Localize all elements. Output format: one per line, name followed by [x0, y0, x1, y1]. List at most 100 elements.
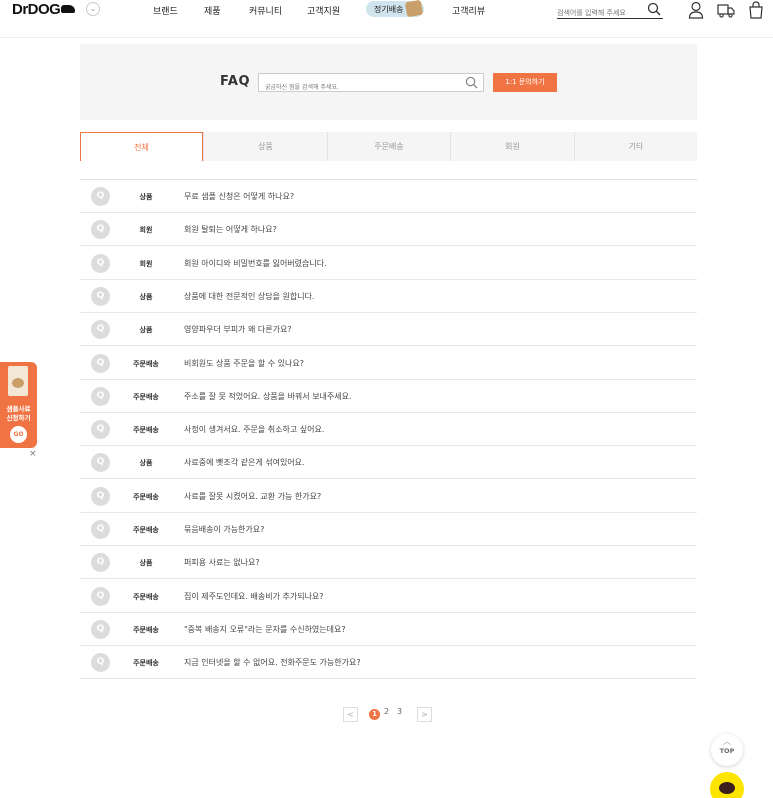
scroll-top-label: TOP: [719, 747, 735, 755]
faq-category: 주문배송: [133, 526, 159, 534]
faq-row[interactable]: Q 상품 사료중에 뼛조각 같은게 섞여있어요.: [80, 446, 697, 480]
faq-category: 상품: [139, 193, 153, 201]
question-badge-icon: Q: [91, 653, 110, 673]
search-icon[interactable]: [647, 2, 661, 16]
page-title: FAQ: [220, 74, 251, 89]
scroll-top-button[interactable]: ︿ TOP: [711, 734, 743, 766]
page-3-button[interactable]: 3: [397, 707, 402, 716]
question-badge-icon: Q: [91, 253, 110, 273]
faq-row[interactable]: Q 상품 상품에 대한 전문적인 상담을 원합니다.: [80, 280, 697, 313]
question-badge-icon: Q: [91, 453, 110, 473]
delivery-truck-icon[interactable]: [717, 1, 735, 19]
faq-question[interactable]: 사료중에 뼛조각 같은게 섞여있어요.: [184, 457, 305, 468]
faq-row[interactable]: Q 주문배송 지금 인터넷을 할 수 없어요. 전화주문도 가능한가요?: [80, 646, 697, 680]
header-search-input[interactable]: [557, 5, 645, 21]
question-badge-icon: Q: [91, 286, 110, 306]
next-page-button[interactable]: >: [417, 707, 432, 722]
brand-logo[interactable]: DrDOG: [12, 1, 76, 18]
faq-category: 주문배송: [133, 659, 159, 668]
faq-row[interactable]: Q 주문배송 주소를 잘 못 적었어요. 상품을 바꿔서 보내주세요.: [80, 380, 697, 413]
faq-search-panel: FAQ 1:1 문의하기: [80, 44, 697, 120]
faq-search: [258, 73, 484, 96]
faq-row[interactable]: Q 주문배송 사료를 잘못 시켰어요. 교환 가능 한가요?: [80, 480, 697, 513]
question-badge-icon: Q: [91, 420, 110, 440]
nav-item-community[interactable]: 커뮤니티: [249, 4, 282, 17]
faq-row[interactable]: Q 주문배송 비회원도 상품 주문을 할 수 있나요?: [80, 347, 697, 380]
faq-question[interactable]: 지금 인터넷을 할 수 없어요. 전화주문도 가능한가요?: [184, 657, 361, 668]
faq-category: 상품: [139, 326, 153, 335]
faq-row[interactable]: Q 회원 회원 아이디와 비밀번호를 잃어버렸습니다.: [80, 247, 697, 280]
banner-close-icon[interactable]: ×: [29, 449, 37, 459]
question-badge-icon: Q: [91, 187, 110, 206]
faq-row[interactable]: Q 주문배송 집이 제주도인데요. 배송비가 추가되나요?: [80, 580, 697, 613]
tab-order-delivery[interactable]: 주문배송: [327, 132, 450, 161]
faq-question[interactable]: "중복 배송지 오류"라는 문자를 수신하였는데요?: [184, 624, 346, 635]
faq-category: 회원: [139, 259, 153, 268]
inquiry-button[interactable]: 1:1 문의하기: [493, 73, 557, 92]
faq-question[interactable]: 영양파우더 부피가 왜 다른가요?: [184, 324, 292, 335]
faq-category: 상품: [139, 559, 153, 568]
faq-category: 주문배송: [133, 426, 159, 435]
faq-row[interactable]: Q 회원 회원 탈퇴는 어떻게 하나요?: [80, 213, 697, 247]
faq-search-input[interactable]: [259, 79, 459, 96]
shopping-bag-icon[interactable]: [748, 1, 764, 19]
question-badge-icon: Q: [91, 386, 110, 406]
faq-question[interactable]: 주소를 잘 못 적었어요. 상품을 바꿔서 보내주세요.: [184, 391, 352, 402]
chat-button[interactable]: [710, 772, 744, 798]
page-1-button[interactable]: 1: [369, 709, 380, 720]
faq-category: 주문배송: [133, 392, 159, 401]
question-badge-icon: Q: [91, 320, 110, 340]
faq-question[interactable]: 무료 샘플 신청은 어떻게 하나요?: [184, 191, 294, 202]
faq-question[interactable]: 회원 아이디와 비밀번호를 잃어버렸습니다.: [184, 258, 327, 269]
question-badge-icon: Q: [91, 220, 110, 240]
faq-question[interactable]: 회원 탈퇴는 어떻게 하나요?: [184, 224, 277, 235]
category-tabs: 전체 상품 주문배송 회원 기타: [80, 132, 697, 161]
tab-etc[interactable]: 기타: [574, 132, 697, 161]
faq-category: 주문배송: [133, 625, 159, 634]
faq-question[interactable]: 비회원도 상품 주문을 할 수 있나요?: [184, 358, 304, 369]
faq-row[interactable]: Q 상품 영양파우더 부피가 왜 다른가요?: [80, 313, 697, 347]
user-icon[interactable]: [688, 1, 704, 19]
question-badge-icon: Q: [91, 586, 110, 606]
banner-go-button[interactable]: GO: [10, 426, 27, 443]
faq-question[interactable]: 사정이 생겨서요. 주문을 취소하고 싶어요.: [184, 424, 324, 435]
site-header: DrDOG ⌄ 브랜드 제품 커뮤니티 고객지원 정기배송 고객리뷰: [0, 0, 773, 38]
faq-question[interactable]: 집이 제주도인데요. 배송비가 추가되나요?: [184, 591, 324, 602]
nav-item-subscription-label: 정기배송: [374, 5, 404, 14]
faq-row[interactable]: Q 상품 퍼피용 사료는 없나요?: [80, 546, 697, 580]
faq-question[interactable]: 묶음배송이 가능한가요?: [184, 524, 264, 535]
nav-item-subscription[interactable]: 정기배송: [366, 0, 424, 18]
page-2-button[interactable]: 2: [384, 707, 389, 716]
question-badge-icon: Q: [91, 553, 110, 573]
chat-bubble-icon: [719, 782, 735, 794]
faq-category: 주문배송: [133, 359, 159, 368]
question-badge-icon: Q: [91, 486, 110, 506]
faq-row[interactable]: Q 상품 무료 샘플 신청은 어떻게 하나요?: [80, 180, 697, 213]
sample-request-banner[interactable]: 샘플사료 신청하기 GO: [0, 362, 37, 448]
nav-item-brand[interactable]: 브랜드: [153, 4, 178, 17]
tab-all[interactable]: 전체: [80, 132, 203, 161]
faq-question[interactable]: 퍼피용 사료는 없나요?: [184, 557, 260, 568]
tab-member[interactable]: 회원: [450, 132, 574, 161]
prev-page-button[interactable]: <: [343, 707, 358, 722]
faq-row[interactable]: Q 주문배송 묶음배송이 가능한가요?: [80, 513, 697, 546]
search-icon[interactable]: [465, 76, 478, 89]
faq-question[interactable]: 사료를 잘못 시켰어요. 교환 가능 한가요?: [184, 491, 321, 502]
nav-item-support[interactable]: 고객지원: [307, 4, 340, 17]
faq-question[interactable]: 상품에 대한 전문적인 상담을 원합니다.: [184, 291, 314, 302]
faq-category: 주문배송: [133, 592, 159, 601]
chevron-up-icon: ︿: [723, 737, 731, 746]
tab-products[interactable]: 상품: [203, 132, 327, 161]
faq-row[interactable]: Q 주문배송 사정이 생겨서요. 주문을 취소하고 싶어요.: [80, 413, 697, 447]
food-bag-image: [8, 366, 28, 396]
faq-category: 회원: [139, 226, 153, 235]
faq-row[interactable]: Q 주문배송 "중복 배송지 오류"라는 문자를 수신하였는데요?: [80, 613, 697, 646]
banner-line-2: 신청하기: [6, 414, 31, 422]
header-search: [557, 0, 663, 21]
faq-category: 주문배송: [133, 492, 159, 501]
nav-item-reviews[interactable]: 고객리뷰: [452, 4, 485, 17]
question-badge-icon: Q: [91, 520, 110, 539]
nav-item-products[interactable]: 제품: [204, 4, 221, 17]
question-badge-icon: Q: [91, 353, 110, 373]
brand-dropdown-icon[interactable]: ⌄: [86, 2, 100, 16]
